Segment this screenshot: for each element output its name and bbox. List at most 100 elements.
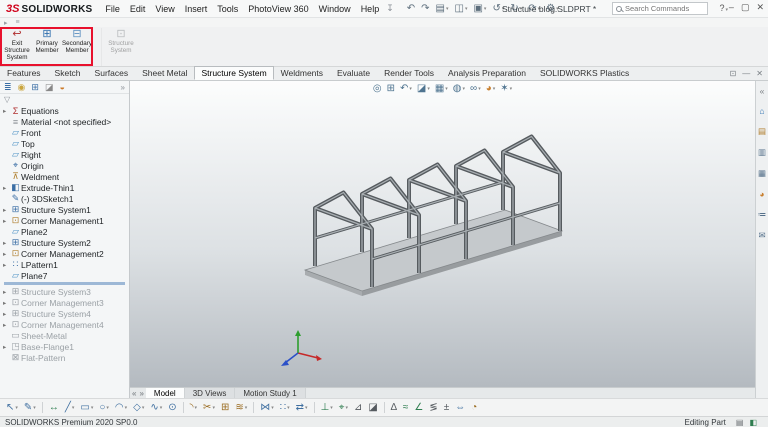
feature-tree-item[interactable]: ⌖ Origin [0,160,129,171]
view-settings-icon[interactable]: ✶ [500,83,512,94]
expand-arrow-icon[interactable] [3,288,10,296]
polygon-icon[interactable]: ◇ [130,403,147,413]
draft-analysis-icon[interactable]: ∠ [411,403,426,413]
pin-icon[interactable]: ↧ [386,3,394,14]
toolbar-separator[interactable] [42,402,43,413]
expand-arrow-icon[interactable] [3,239,10,247]
tab-scroll-right-icon[interactable]: » [139,389,143,398]
ribbon-tab[interactable]: Surfaces [88,66,136,80]
open-icon[interactable]: ▤ [433,3,452,14]
display-style-icon[interactable]: ◍ [453,83,465,94]
panel-chevron-icon[interactable]: » [121,83,125,92]
ribbon-tab[interactable]: Render Tools [377,66,441,80]
feature-tree-item[interactable]: ▭ Sheet-Metal [0,330,129,341]
symmetry-check-icon[interactable]: ⇔ [452,403,468,413]
doc-close-icon[interactable]: ✕ [756,69,763,78]
expand-arrow-icon[interactable] [3,184,10,192]
back-icon[interactable]: ↶ [404,3,418,14]
mass-properties-icon[interactable]: ∆ [388,403,400,413]
file-explorer-icon[interactable]: ▥ [758,147,766,158]
curvature-icon[interactable]: ≈ [400,403,412,413]
menu-item[interactable]: Window [314,4,356,14]
print-icon[interactable]: ▣ [470,3,489,14]
featuremanager-tab-icon[interactable]: ≣ [4,82,12,93]
smart-dimension-icon[interactable]: ↔ [46,403,62,413]
ribbon-tab[interactable]: Sketch [48,66,88,80]
primary-member-button[interactable]: ⊞ Primary Member [32,28,62,66]
trim-icon[interactable]: ✂ [200,403,218,413]
menu-item[interactable]: Tools [212,4,243,14]
previous-view-icon[interactable]: ↶ [400,83,412,94]
sketch-icon[interactable]: ✎ [21,403,39,413]
menu-item[interactable]: Edit [125,4,151,14]
expand-arrow-icon[interactable] [3,250,10,258]
move-entities-icon[interactable]: ⇄ [293,403,311,413]
propertymanager-tab-icon[interactable]: ◉ [18,82,26,93]
line-icon[interactable]: ╱ [62,403,78,413]
feature-tree-item[interactable]: ∷ LPattern1 [0,259,129,270]
feature-tree-item[interactable]: ◧ Extrude-Thin1 [0,182,129,193]
expand-arrow-icon[interactable] [3,261,10,269]
view-orientation-icon[interactable]: ▦ [435,83,448,94]
edit-appearance-icon[interactable]: ◕ [486,83,496,94]
feature-tree-item[interactable]: ✎ (-) 3DSketch1 [0,193,129,204]
exit-structure-system-button[interactable]: ↩ Exit Structure System [2,28,32,66]
forward-icon[interactable]: ↷ [418,3,432,14]
appearances-icon[interactable]: ◕ [759,189,764,199]
zoom-area-icon[interactable]: ⊞ [387,83,395,94]
graphics-area[interactable]: ◎ ⊞ ↶ ◪ ▦ ◍ ∞ ◕ ✶ [130,81,755,387]
minimize-icon[interactable]: – [729,2,734,13]
menu-item[interactable]: PhotoView 360 [243,4,313,14]
section-properties-icon[interactable]: ◪ [365,403,380,413]
expand-arrow-icon[interactable] [3,321,10,329]
menu-item[interactable]: Help [356,4,385,14]
zoom-fit-icon[interactable]: ◎ [373,83,382,94]
dimxpert-tab-icon[interactable]: ◪ [45,82,54,93]
feature-tree-item[interactable]: ▱ Plane7 [0,270,129,281]
doc-minimize-icon[interactable]: — [742,69,750,78]
view-tab[interactable]: Model [146,388,185,398]
toolbar-separator[interactable] [253,402,254,413]
offset-icon[interactable]: ≋ [232,403,250,413]
feature-tree-item[interactable]: ⊼ Weldment [0,171,129,182]
feature-tree-item[interactable]: ⊡ Corner Management4 [0,319,129,330]
hide-show-items-icon[interactable]: ∞ [470,83,481,94]
convert-entities-icon[interactable]: ⊞ [218,403,232,413]
ribbon-tab[interactable]: Weldments [274,66,330,80]
close-icon[interactable]: ✕ [756,2,764,13]
feature-tree-item[interactable]: ◳ Base-Flange1 [0,341,129,352]
ribbon-tab[interactable]: Structure System [194,66,273,80]
feature-tree-item[interactable]: ⊡ Corner Management2 [0,248,129,259]
performance-icon[interactable]: ◔ [468,403,480,413]
quick-snaps-icon[interactable]: ⌖ [336,403,351,413]
expand-arrow-icon[interactable] [3,107,10,115]
design-library-icon[interactable]: ▤ [758,126,766,137]
view-palette-icon[interactable]: ▦ [758,168,766,179]
deviation-analysis-icon[interactable]: ± [441,403,453,413]
feature-tree-item[interactable]: ▱ Top [0,138,129,149]
ribbon-tab[interactable]: Features [0,66,48,80]
feature-tree-item[interactable]: ▱ Right [0,149,129,160]
expand-arrow-icon[interactable] [3,217,10,225]
flyout-menu-icon[interactable]: ≡ [12,19,24,26]
menu-item[interactable]: Insert [180,4,213,14]
fillet-icon[interactable]: ◝ [187,403,200,413]
linear-pattern-icon[interactable]: ∷ [277,403,293,413]
forum-icon[interactable]: ✉ [758,230,765,241]
ellipse-icon[interactable]: ⊙ [165,403,179,413]
ribbon-tab[interactable]: Evaluate [330,66,377,80]
custom-properties-icon[interactable]: ≔ [758,209,767,220]
feature-tree-item[interactable]: ▱ Front [0,127,129,138]
resources-home-icon[interactable]: ⌂ [759,106,764,116]
rectangle-icon[interactable]: ▭ [77,403,96,413]
select-icon[interactable]: ↖ [3,403,21,413]
toolbar-separator[interactable] [384,402,385,413]
save-icon[interactable]: ◫ [452,3,471,14]
circle-icon[interactable]: ○ [96,403,112,413]
section-view-icon[interactable]: ◪ [417,83,430,94]
status-tag-icon[interactable]: ◧ [749,418,757,427]
search-commands-input[interactable] [625,4,704,13]
doc-restore-icon[interactable]: ⊡ [730,69,737,78]
zebra-stripes-icon[interactable]: ≶ [426,403,440,413]
menu-item[interactable]: View [150,4,179,14]
